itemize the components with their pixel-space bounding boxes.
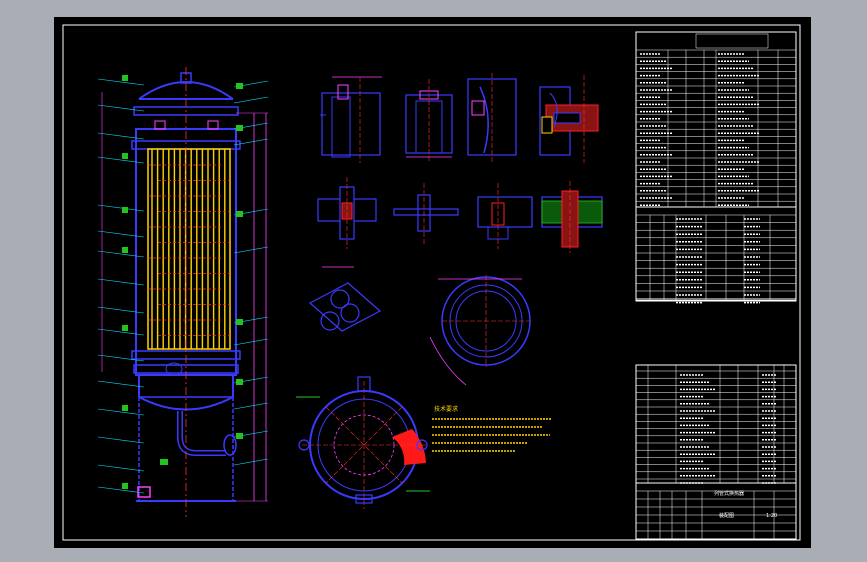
part-tag	[122, 75, 128, 81]
vent-nozzle-right	[207, 120, 219, 130]
part-tag	[122, 207, 128, 213]
shell-section-view	[296, 376, 430, 509]
leader-line	[233, 138, 269, 146]
heat-exchanger-main-view	[97, 67, 269, 517]
title-block-scale: 1:20	[766, 513, 777, 519]
leader-line	[97, 306, 145, 314]
leader-line	[97, 354, 145, 362]
detail-view-2	[405, 79, 453, 163]
detail-view-8	[541, 181, 603, 253]
drawing-canvas: 技术要求 列管式换热器 装配图 1:20	[62, 24, 801, 541]
nozzle-and-parameter-tables: 列管式换热器 装配图 1:20	[635, 31, 797, 540]
detail-view-7	[477, 183, 533, 249]
outlet-pipe	[177, 411, 226, 456]
technical-notes: 技术要求	[432, 405, 552, 452]
detail-view-4	[539, 75, 599, 163]
leader-line	[233, 402, 269, 410]
detail-views: 技术要求	[296, 73, 603, 509]
leader-line	[97, 104, 145, 112]
lug-detail	[308, 266, 382, 332]
drawing-viewport[interactable]: 技术要求 列管式换热器 装配图 1:20	[0, 0, 867, 562]
part-tag	[236, 433, 243, 439]
tube-bundle	[151, 149, 226, 349]
title-block-drawing-name: 装配图	[719, 512, 734, 519]
drawing-sheet: 技术要求 列管式换热器 装配图 1:20	[54, 17, 811, 548]
leader-line	[97, 328, 145, 336]
leader-line	[97, 78, 145, 86]
drawing-border	[62, 24, 801, 541]
nozzle-table-rows	[636, 214, 796, 304]
leader-line	[97, 380, 145, 388]
detail-view-3	[467, 73, 517, 163]
part-tag	[122, 483, 128, 489]
part-tag	[122, 325, 128, 331]
leader-line	[97, 230, 145, 238]
leader-line	[97, 156, 145, 164]
part-tag	[122, 153, 128, 159]
title-block-project: 列管式换热器	[714, 490, 744, 497]
leader-line	[97, 408, 145, 416]
detail-view-5	[317, 177, 377, 249]
leader-line	[97, 204, 145, 212]
part-tag	[122, 405, 128, 411]
part-tag	[236, 125, 243, 131]
outlet-flange	[223, 434, 237, 456]
part-tag	[236, 211, 243, 217]
vent-nozzle-left	[154, 120, 166, 130]
baffle-set	[148, 164, 230, 336]
detail-view-6	[393, 183, 459, 245]
part-tag	[160, 459, 168, 465]
leader-line	[97, 486, 145, 494]
leader-line	[97, 278, 145, 286]
part-tag	[236, 379, 243, 385]
detail-view-1	[320, 76, 382, 163]
design-data-rows	[636, 33, 796, 207]
flange-plan-view	[429, 275, 531, 386]
part-tag	[236, 319, 243, 325]
leader-line	[97, 250, 145, 258]
section-hatch	[392, 429, 426, 465]
leader-line	[233, 96, 269, 104]
leader-line	[97, 436, 145, 444]
parts-list-rows	[636, 365, 796, 484]
part-tag	[236, 83, 243, 89]
leader-line	[233, 338, 269, 346]
part-tag	[122, 247, 128, 253]
leader-line	[97, 132, 145, 140]
outlet-pipe-bore	[178, 411, 226, 455]
table-header	[695, 33, 769, 49]
nozzle-table	[635, 206, 797, 302]
tube-bundle-frame	[147, 148, 231, 350]
access-opening	[137, 486, 151, 498]
leader-line	[233, 458, 269, 466]
leader-line	[97, 464, 145, 472]
technical-notes-heading: 技术要求	[434, 405, 458, 413]
leader-line	[233, 246, 269, 254]
